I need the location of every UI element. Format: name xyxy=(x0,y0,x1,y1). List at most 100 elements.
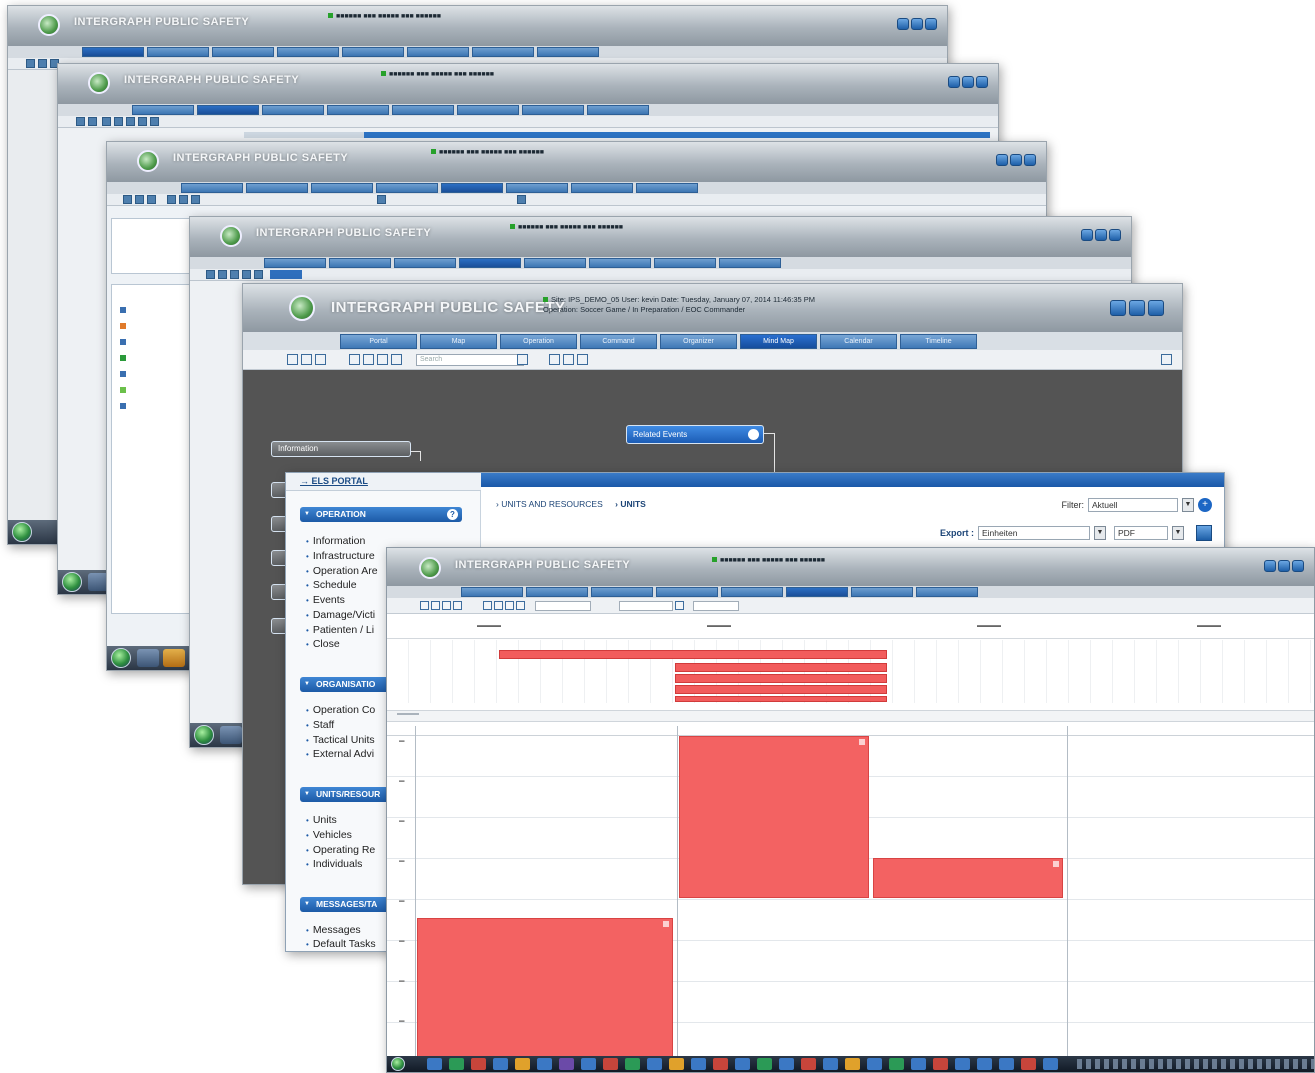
section-operation[interactable]: OPERATION ? xyxy=(300,507,462,522)
toolbar-icon[interactable] xyxy=(363,354,374,365)
export-icon[interactable] xyxy=(1196,525,1212,541)
taskbar-app[interactable] xyxy=(493,1058,508,1070)
nav-item-individuals[interactable]: Individuals xyxy=(306,858,363,870)
zoom-field[interactable] xyxy=(693,601,739,611)
tab-mind-map[interactable]: Mind Map xyxy=(740,334,817,349)
chevron-down-icon[interactable]: ▼ xyxy=(1172,526,1184,540)
toolbar-icon[interactable] xyxy=(420,601,429,610)
timeline-bar[interactable] xyxy=(675,696,887,702)
toolbar-icon[interactable] xyxy=(483,601,492,610)
taskbar-app[interactable] xyxy=(867,1058,882,1070)
taskbar-app[interactable] xyxy=(581,1058,596,1070)
timeline-bar[interactable] xyxy=(499,650,887,659)
nav-item-events[interactable]: Events xyxy=(306,594,345,606)
toolbar-icon[interactable] xyxy=(431,601,440,610)
taskbar-app[interactable] xyxy=(911,1058,926,1070)
calendar-icon[interactable] xyxy=(675,601,684,610)
mindmap-node-information[interactable]: Information xyxy=(271,441,411,457)
toolbar-icon[interactable] xyxy=(516,601,525,610)
taskbar-app[interactable] xyxy=(933,1058,948,1070)
close-icon[interactable] xyxy=(1053,861,1059,867)
start-orb-icon[interactable] xyxy=(391,1057,405,1071)
filter-select[interactable]: Aktuell xyxy=(1088,498,1178,512)
taskbar-app[interactable] xyxy=(559,1058,574,1070)
taskbar-app[interactable] xyxy=(955,1058,970,1070)
tab-operation[interactable]: Operation xyxy=(500,334,577,349)
toolbar-icon[interactable] xyxy=(287,354,298,365)
chevron-down-icon[interactable]: ▼ xyxy=(1182,498,1194,512)
view-day-button[interactable] xyxy=(397,713,419,715)
date-field[interactable] xyxy=(619,601,673,611)
toolbar-icon[interactable] xyxy=(377,354,388,365)
nav-item-operation-co[interactable]: Operation Co xyxy=(306,704,375,716)
tab-calendar[interactable]: Calendar xyxy=(820,334,897,349)
taskbar-app[interactable] xyxy=(735,1058,750,1070)
toolbar-icon[interactable] xyxy=(349,354,360,365)
taskbar-app[interactable] xyxy=(779,1058,794,1070)
start-orb-icon[interactable] xyxy=(12,522,32,542)
start-orb-icon[interactable] xyxy=(194,725,214,745)
taskbar-app[interactable] xyxy=(801,1058,816,1070)
window-buttons[interactable] xyxy=(1264,560,1304,572)
taskbar-app[interactable] xyxy=(515,1058,530,1070)
toolbar-icon[interactable] xyxy=(453,601,462,610)
nav-item-external-advi[interactable]: External Advi xyxy=(306,748,374,760)
calendar-event[interactable] xyxy=(873,858,1063,898)
search-icon[interactable] xyxy=(517,354,528,365)
toolbar-icon[interactable] xyxy=(577,354,588,365)
mindmap-root-node[interactable]: Related Events xyxy=(626,425,764,444)
taskbar-app[interactable] xyxy=(823,1058,838,1070)
taskbar-app[interactable] xyxy=(427,1058,442,1070)
toolbar-icon[interactable] xyxy=(301,354,312,365)
edit-icon[interactable] xyxy=(1110,300,1126,316)
toolbar-icon[interactable] xyxy=(315,354,326,365)
start-orb-icon[interactable] xyxy=(62,572,82,592)
nav-item-vehicles[interactable]: Vehicles xyxy=(306,829,352,841)
els-portal-link[interactable]: → ELS PORTAL xyxy=(300,476,368,486)
calendar-event[interactable] xyxy=(679,736,869,898)
taskbar-app[interactable] xyxy=(999,1058,1014,1070)
taskbar-app[interactable] xyxy=(603,1058,618,1070)
close-icon[interactable] xyxy=(1148,300,1164,316)
timeline-bar[interactable] xyxy=(675,663,887,672)
taskbar-app[interactable] xyxy=(471,1058,486,1070)
taskbar-app[interactable] xyxy=(977,1058,992,1070)
help-icon[interactable]: ? xyxy=(447,509,458,520)
taskbar-app[interactable] xyxy=(647,1058,662,1070)
nav-item-messages[interactable]: Messages xyxy=(306,924,361,936)
taskbar-app[interactable] xyxy=(1043,1058,1058,1070)
taskbar-app[interactable] xyxy=(625,1058,640,1070)
taskbar-app[interactable] xyxy=(449,1058,464,1070)
window-buttons[interactable] xyxy=(897,18,937,30)
search-input[interactable] xyxy=(535,601,591,611)
nav-item-operation-area[interactable]: Operation Are xyxy=(306,565,378,577)
close-icon[interactable] xyxy=(663,921,669,927)
export-select[interactable]: Einheiten xyxy=(978,526,1090,540)
add-icon[interactable]: + xyxy=(1198,498,1212,512)
nav-item-close[interactable]: Close xyxy=(306,638,340,650)
taskbar-app[interactable] xyxy=(845,1058,860,1070)
calendar-event[interactable] xyxy=(417,918,673,1058)
nav-item-tactical-units[interactable]: Tactical Units xyxy=(306,734,375,746)
search-input[interactable]: Search xyxy=(416,354,524,366)
minimize-icon[interactable] xyxy=(1129,300,1145,316)
start-orb-icon[interactable] xyxy=(111,648,131,668)
nav-item-default-tasks[interactable]: Default Tasks xyxy=(306,938,376,950)
taskbar-app[interactable] xyxy=(757,1058,772,1070)
nav-item-units[interactable]: Units xyxy=(306,814,337,826)
help-icon[interactable] xyxy=(1161,354,1172,365)
toolbar-icon[interactable] xyxy=(442,601,451,610)
timeline-bar[interactable] xyxy=(675,674,887,683)
tab-timeline[interactable]: Timeline xyxy=(900,334,977,349)
collapse-icon[interactable] xyxy=(748,429,759,440)
close-icon[interactable] xyxy=(859,739,865,745)
taskbar-app[interactable] xyxy=(537,1058,552,1070)
taskbar-app[interactable] xyxy=(691,1058,706,1070)
tab-command[interactable]: Command xyxy=(580,334,657,349)
taskbar-app[interactable] xyxy=(669,1058,684,1070)
export-format-select[interactable]: PDF xyxy=(1114,526,1168,540)
tab-portal[interactable]: Portal xyxy=(340,334,417,349)
toolbar-icon[interactable] xyxy=(494,601,503,610)
tab-map[interactable]: Map xyxy=(420,334,497,349)
tab-organizer[interactable]: Organizer xyxy=(660,334,737,349)
